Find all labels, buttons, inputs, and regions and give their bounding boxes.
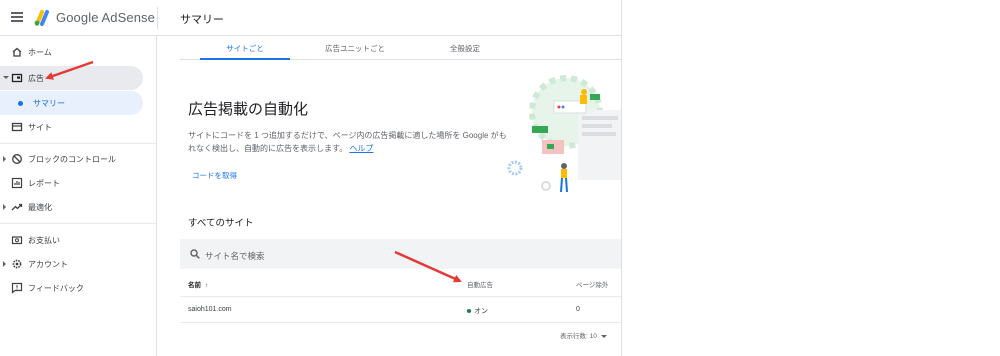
sidebar-item-label: アカウント <box>28 260 68 269</box>
column-header-name-label: 名前 <box>188 282 201 289</box>
sidebar-divider <box>0 143 157 144</box>
search-icon <box>190 249 200 259</box>
main-content: サイトごと 広告ユニットごと 全般設定 広告掲載の自動化 サイトにコードを 1 … <box>180 36 621 356</box>
adsense-logo-icon <box>34 10 49 26</box>
column-header-page-exclusions[interactable]: ページ除外 <box>576 279 608 289</box>
top-app-bar: Google AdSense サマリー <box>0 0 621 36</box>
block-icon <box>12 154 22 164</box>
expand-caret-icon[interactable] <box>3 156 6 162</box>
help-link[interactable]: ヘルプ <box>349 144 373 153</box>
sidebar-item-label: ホーム <box>28 48 52 57</box>
ad-icon <box>11 73 23 83</box>
search-placeholder: サイト名で検索 <box>205 251 265 261</box>
header-divider <box>157 7 158 29</box>
active-dot-icon <box>18 101 23 106</box>
tab-bar: サイトごと 広告ユニットごと 全般設定 <box>180 36 621 60</box>
table-divider <box>180 296 621 297</box>
auto-ads-description-text: サイトにコードを 1 つ追加するだけで、ページ内の広告掲載に適した場所を Goo… <box>188 131 507 153</box>
dropdown-arrow-icon <box>600 334 607 338</box>
status-on-dot-icon <box>467 309 471 314</box>
tab-general-settings[interactable]: 全般設定 <box>420 36 510 60</box>
sidebar-item-label: サマリー <box>33 99 65 108</box>
gear-icon <box>12 259 22 269</box>
page-title: サマリー <box>180 14 224 26</box>
rows-per-page-label: 表示行数: <box>560 333 588 340</box>
all-sites-heading: すべてのサイト <box>188 218 254 229</box>
sidebar-item-optimization[interactable]: 最適化 <box>0 195 143 219</box>
expand-caret-icon[interactable] <box>3 204 6 210</box>
sidebar-item-feedback[interactable]: フィードバック <box>0 276 143 300</box>
column-header-auto-ads[interactable]: 自動広告 <box>467 279 493 289</box>
sidebar-item-account[interactable]: アカウント <box>0 252 143 276</box>
app-window: Google AdSense サマリー ホーム 広告 サマリー サイト ブロック… <box>0 0 622 356</box>
tab-by-ad-unit[interactable]: 広告ユニットごと <box>310 36 400 60</box>
sidebar-item-label: 最適化 <box>28 203 52 212</box>
trending-icon <box>11 203 23 211</box>
expand-caret-icon[interactable] <box>3 76 9 79</box>
sidebar-item-reports[interactable]: レポート <box>0 171 143 195</box>
auto-ads-description: サイトにコードを 1 つ追加するだけで、ページ内の広告掲載に適した場所を Goo… <box>188 129 508 155</box>
auto-ads-illustration <box>507 75 621 193</box>
rows-per-page-select[interactable]: 表示行数: 10 <box>560 330 607 340</box>
auto-ads-heading: 広告掲載の自動化 <box>188 101 309 118</box>
tab-by-site[interactable]: サイトごと <box>200 36 290 60</box>
sidebar-item-payments[interactable]: お支払い <box>0 228 143 252</box>
expand-caret-icon[interactable] <box>3 261 6 267</box>
feedback-icon <box>11 282 23 294</box>
sidebar-item-label: ブロックのコントロール <box>28 155 116 164</box>
sidebar: ホーム 広告 サマリー サイト ブロックのコントロール レポート 最適化 お支払… <box>0 36 157 356</box>
page-exclusions-cell: 0 <box>576 306 580 313</box>
column-header-name[interactable]: 名前 ↑ <box>188 279 208 289</box>
brand-name: Google AdSense <box>56 10 155 25</box>
auto-ads-status-text: オン <box>474 308 488 315</box>
sidebar-item-label: お支払い <box>28 236 60 245</box>
sidebar-item-label: 広告 <box>28 74 44 83</box>
sidebar-item-label: サイト <box>28 123 52 132</box>
sidebar-divider <box>0 223 157 224</box>
sidebar-item-ads[interactable]: 広告 <box>0 66 143 90</box>
sidebar-item-home[interactable]: ホーム <box>0 40 143 64</box>
table-divider <box>180 322 621 323</box>
site-name-cell[interactable]: saioh101.com <box>188 306 232 313</box>
site-icon <box>11 122 23 132</box>
sort-arrow-up-icon: ↑ <box>205 282 209 289</box>
sidebar-item-block-controls[interactable]: ブロックのコントロール <box>0 147 143 171</box>
auto-ads-status-cell: オン <box>467 306 488 316</box>
home-icon <box>12 47 22 57</box>
rows-per-page-value: 10 <box>589 333 597 340</box>
report-icon <box>11 177 23 189</box>
get-code-button[interactable]: コードを取得 <box>192 170 237 181</box>
sidebar-item-label: フィードバック <box>28 284 84 293</box>
site-search-input[interactable]: サイト名で検索 <box>180 239 621 269</box>
menu-icon[interactable] <box>11 12 23 22</box>
sidebar-item-label: レポート <box>28 179 60 188</box>
payment-icon <box>11 236 23 245</box>
sidebar-item-sites[interactable]: サイト <box>0 115 143 139</box>
sidebar-item-summary[interactable]: サマリー <box>0 91 143 115</box>
